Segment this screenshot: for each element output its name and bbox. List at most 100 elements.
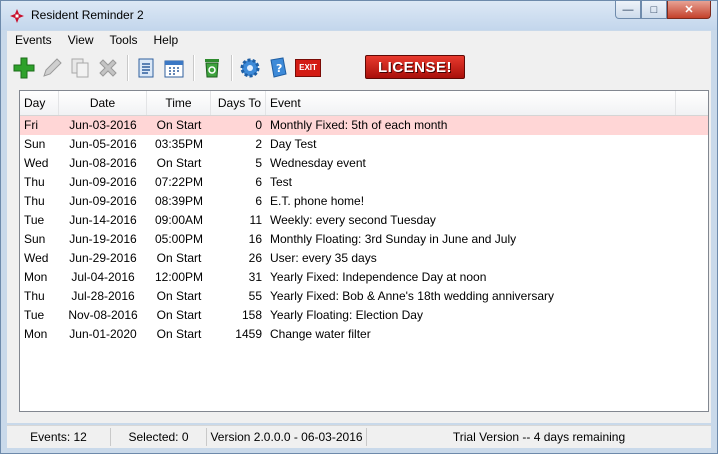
- cell-date: Jun-09-2016: [69, 194, 137, 208]
- cell-date: Jun-05-2016: [69, 137, 137, 151]
- cell-time: On Start: [156, 118, 202, 132]
- cell-time: On Start: [156, 308, 202, 322]
- minimize-button[interactable]: —: [615, 1, 641, 19]
- content-area: Day Date Time Days To Event Fri Jun-03-20…: [7, 87, 711, 423]
- cell-days-to: 158: [241, 308, 262, 322]
- cell-time: On Start: [156, 156, 202, 170]
- delete-x-icon: [99, 59, 117, 77]
- status-selected-count: Selected: 0: [111, 428, 207, 446]
- table-row[interactable]: Sun Jun-05-2016 03:35PM 2 Day Test: [20, 135, 708, 154]
- app-cross-icon[interactable]: [9, 8, 25, 24]
- help-button[interactable]: ?: [265, 55, 291, 81]
- cell-days-to: 26: [248, 251, 262, 265]
- close-button[interactable]: ✕: [667, 1, 711, 19]
- edit-event-button[interactable]: [39, 55, 65, 81]
- list-header: Day Date Time Days To Event: [20, 91, 708, 116]
- cell-day: Tue: [24, 308, 45, 322]
- svg-text:?: ?: [276, 62, 282, 75]
- cell-event: Wednesday event: [270, 156, 366, 170]
- cell-time: 05:00PM: [154, 232, 204, 246]
- app-window: Resident Reminder 2 — □ ✕ Events View To…: [0, 0, 718, 454]
- recycle-button[interactable]: [199, 55, 225, 81]
- window-title: Resident Reminder 2: [31, 8, 144, 22]
- table-row[interactable]: Mon Jun-01-2020 On Start 1459 Change water f…: [20, 325, 708, 344]
- menu-events[interactable]: Events: [7, 31, 60, 49]
- exit-button[interactable]: EXIT: [293, 55, 323, 81]
- cell-day: Thu: [24, 289, 45, 303]
- settings-button[interactable]: [237, 55, 263, 81]
- copy-event-button[interactable]: [67, 55, 93, 81]
- cell-days-to: 6: [255, 175, 262, 189]
- table-row[interactable]: Tue Jun-14-2016 09:00AM 11 Weekly: every sec…: [20, 211, 708, 230]
- table-row[interactable]: Mon Jul-04-2016 12:00PM 31 Yearly Fixed: Ind…: [20, 268, 708, 287]
- table-row[interactable]: Thu Jul-28-2016 On Start 55 Yearly Fixed: Bo…: [20, 287, 708, 306]
- table-row[interactable]: Fri Jun-03-2016 On Start 0 Monthly Fixed: 5t…: [20, 116, 708, 135]
- maximize-button[interactable]: □: [641, 1, 667, 19]
- cell-time: 12:00PM: [154, 270, 204, 284]
- events-list[interactable]: Day Date Time Days To Event Fri Jun-03-20…: [19, 90, 709, 412]
- column-header-day[interactable]: Day: [20, 91, 59, 115]
- cell-event: Change water filter: [270, 327, 371, 341]
- cell-event: Yearly Floating: Election Day: [270, 308, 423, 322]
- cell-day: Sun: [24, 137, 46, 151]
- cell-day: Thu: [24, 194, 45, 208]
- column-header-time[interactable]: Time: [147, 91, 211, 115]
- cell-time: On Start: [156, 251, 202, 265]
- menu-view[interactable]: View: [60, 31, 102, 49]
- menu-help[interactable]: Help: [146, 31, 187, 49]
- cell-event: Yearly Fixed: Bob & Anne's 18th wedding …: [270, 289, 555, 303]
- menu-tools[interactable]: Tools: [101, 31, 145, 49]
- toolbar-separator: [193, 55, 195, 81]
- cell-date: Jun-14-2016: [69, 213, 137, 227]
- cell-day: Tue: [24, 213, 45, 227]
- column-header-date[interactable]: Date: [59, 91, 147, 115]
- title-bar[interactable]: Resident Reminder 2 — □ ✕: [1, 1, 717, 30]
- cell-date: Jul-04-2016: [71, 270, 135, 284]
- cell-day: Sun: [24, 232, 46, 246]
- calendar-button[interactable]: [161, 55, 187, 81]
- status-event-count: Events: 12: [7, 428, 111, 446]
- table-row[interactable]: Wed Jun-29-2016 On Start 26 User: every 35 d…: [20, 249, 708, 268]
- cell-time: 08:39PM: [154, 194, 204, 208]
- column-header-filler: [676, 91, 708, 115]
- gear-icon: [240, 58, 260, 78]
- cell-date: Jun-08-2016: [69, 156, 137, 170]
- column-header-days-to[interactable]: Days To: [211, 91, 266, 115]
- plus-icon: [13, 57, 35, 79]
- notepad-icon: [138, 58, 154, 78]
- table-row[interactable]: Thu Jun-09-2016 08:39PM 6 E.T. phone home!: [20, 192, 708, 211]
- cell-date: Jun-29-2016: [69, 251, 137, 265]
- status-trial: Trial Version -- 4 days remaining: [452, 430, 626, 444]
- cell-event: Weekly: every second Tuesday: [270, 213, 436, 227]
- cell-date: Jun-19-2016: [69, 232, 137, 246]
- recycle-bin-icon: [205, 59, 219, 78]
- cell-date: Jun-09-2016: [69, 175, 137, 189]
- cell-day: Wed: [24, 156, 49, 170]
- delete-event-button[interactable]: [95, 55, 121, 81]
- cell-day: Mon: [24, 270, 48, 284]
- minimize-icon: —: [622, 3, 634, 16]
- cell-days-to: 0: [255, 118, 262, 132]
- cell-days-to: 5: [255, 156, 262, 170]
- maximize-icon: □: [650, 3, 658, 16]
- window-controls: — □ ✕: [615, 1, 711, 21]
- toolbar: ? EXIT LICENSE!: [7, 49, 711, 87]
- table-row[interactable]: Thu Jun-09-2016 07:22PM 6 Test: [20, 173, 708, 192]
- cell-event: Day Test: [270, 137, 317, 151]
- exit-icon: EXIT: [295, 59, 321, 77]
- cell-event: E.T. phone home!: [270, 194, 365, 208]
- table-row[interactable]: Tue Nov-08-2016 On Start 158 Yearly Floating…: [20, 306, 708, 325]
- column-header-event[interactable]: Event: [266, 91, 676, 115]
- add-event-button[interactable]: [11, 55, 37, 81]
- cell-date: Jun-01-2020: [69, 327, 137, 341]
- toolbar-separator: [231, 55, 233, 81]
- toolbar-separator: [127, 55, 129, 81]
- cell-date: Jul-28-2016: [71, 289, 135, 303]
- close-icon: ✕: [684, 4, 694, 16]
- license-button[interactable]: LICENSE!: [365, 55, 465, 79]
- notes-button[interactable]: [133, 55, 159, 81]
- table-row[interactable]: Sun Jun-19-2016 05:00PM 16 Monthly Floating:…: [20, 230, 708, 249]
- table-row[interactable]: Wed Jun-08-2016 On Start 5 Wednesday event: [20, 154, 708, 173]
- cell-date: Nov-08-2016: [68, 308, 138, 322]
- cell-event: Monthly Fixed: 5th of each month: [270, 118, 448, 132]
